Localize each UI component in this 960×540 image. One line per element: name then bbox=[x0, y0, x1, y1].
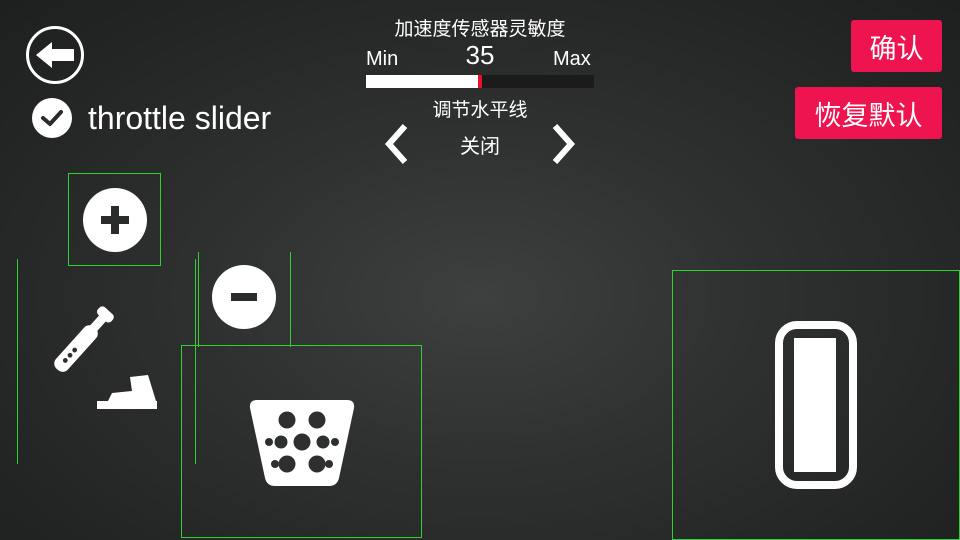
shift-down-zone-left-edge bbox=[198, 252, 199, 347]
shift-down-zone-right-edge bbox=[290, 252, 291, 347]
handbrake-lever-icon bbox=[54, 306, 157, 409]
arrow-left-icon bbox=[36, 42, 74, 68]
sensitivity-max-label: Max bbox=[553, 48, 591, 70]
throttle-slider-label: throttle slider bbox=[88, 100, 272, 136]
sensitivity-title: 加速度传感器灵敏度 bbox=[394, 18, 566, 40]
shift-up-button[interactable] bbox=[68, 173, 161, 266]
minus-circle-icon bbox=[212, 265, 276, 329]
sensitivity-slider[interactable] bbox=[366, 75, 594, 88]
confirm-button[interactable]: 确认 bbox=[851, 20, 942, 72]
handbrake-zone-left-edge bbox=[17, 259, 18, 464]
brake-pedal-icon bbox=[249, 399, 354, 486]
plus-circle-icon bbox=[82, 187, 147, 252]
brake-pedal-button[interactable] bbox=[181, 345, 422, 538]
chevron-left-icon bbox=[384, 124, 408, 164]
chevron-right-icon bbox=[552, 124, 576, 164]
handbrake-button[interactable] bbox=[50, 305, 170, 415]
reset-default-button[interactable]: 恢复默认 bbox=[795, 87, 942, 139]
throttle-button[interactable] bbox=[672, 270, 960, 540]
shift-down-button[interactable] bbox=[212, 265, 276, 329]
sensitivity-min-label: Min bbox=[366, 48, 399, 70]
throttle-slider-toggle[interactable]: throttle slider bbox=[32, 98, 271, 138]
sensitivity-slider-fill bbox=[366, 75, 480, 88]
sensitivity-value: 35 bbox=[465, 40, 495, 70]
horizon-next-button[interactable] bbox=[546, 120, 582, 168]
throttle-bar-icon bbox=[775, 321, 857, 489]
check-circle-icon bbox=[32, 98, 72, 138]
horizon-value: 关闭 bbox=[460, 134, 500, 158]
horizon-title: 调节水平线 bbox=[432, 99, 528, 121]
sensitivity-slider-handle[interactable] bbox=[478, 75, 482, 88]
back-button[interactable] bbox=[26, 26, 84, 84]
horizon-prev-button[interactable] bbox=[378, 120, 414, 168]
